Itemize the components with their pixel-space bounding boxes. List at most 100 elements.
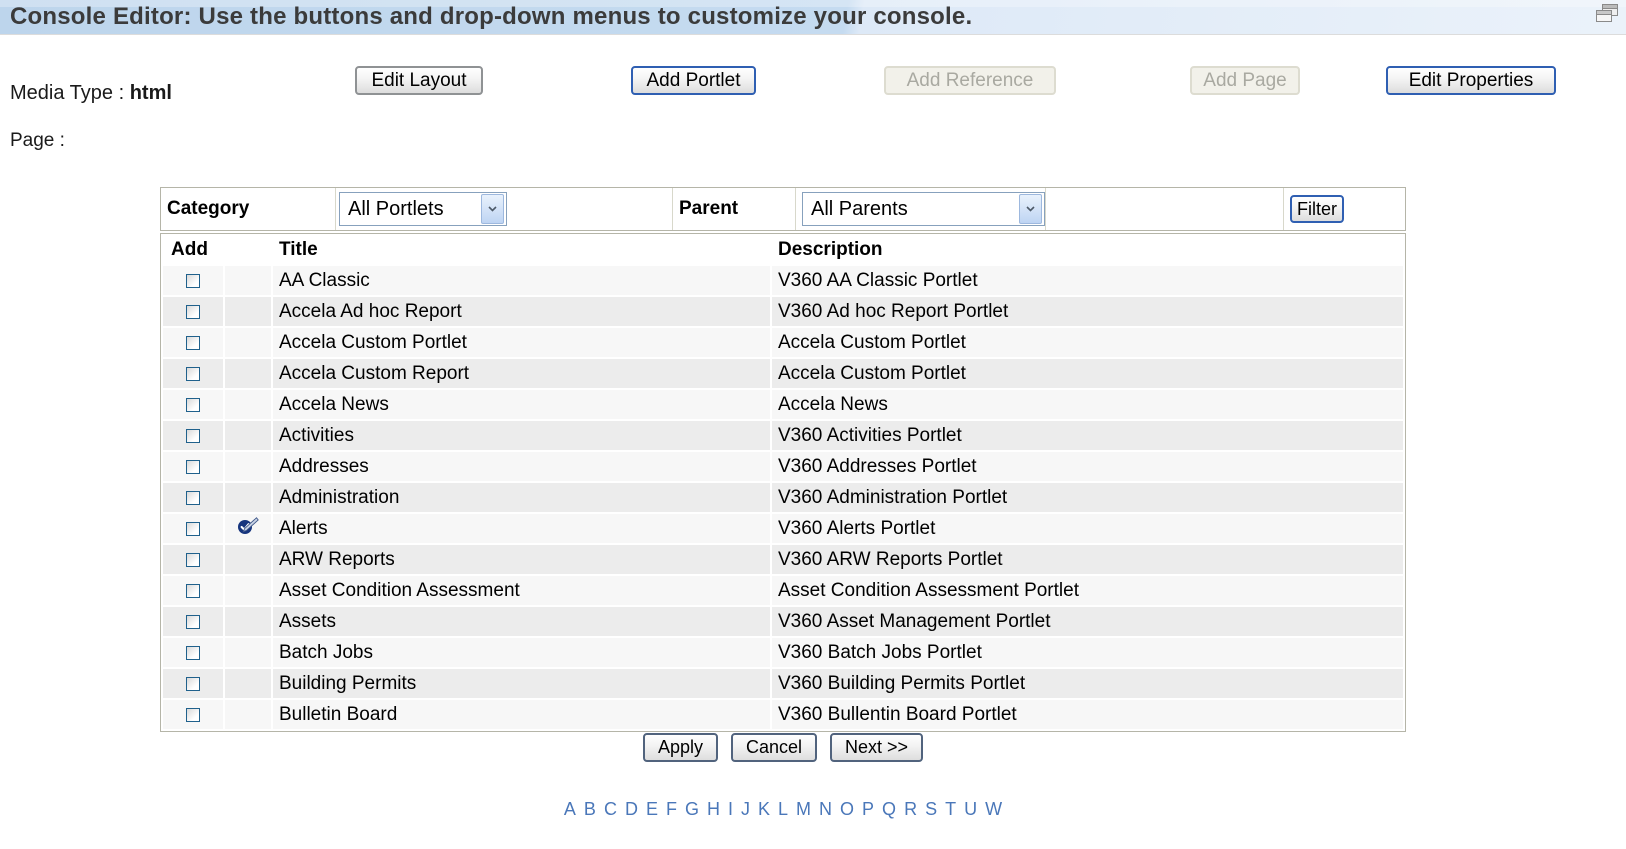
alpha-link-c[interactable]: C <box>604 799 617 819</box>
alpha-link-h[interactable]: H <box>707 799 720 819</box>
alpha-link-d[interactable]: D <box>625 799 638 819</box>
alpha-link-r[interactable]: R <box>904 799 917 819</box>
table-row: Assets V360 Asset Management Portlet <box>163 607 1403 636</box>
table-row: Bulletin Board V360 Bullentin Board Port… <box>163 700 1403 729</box>
add-page-button: Add Page <box>1190 66 1300 95</box>
portlet-title: ARW Reports <box>273 545 770 574</box>
add-cell <box>163 328 223 357</box>
add-checkbox[interactable] <box>186 305 200 319</box>
column-header-add: Add <box>163 236 271 264</box>
alpha-link-u[interactable]: U <box>964 799 977 819</box>
action-button-row: Apply Cancel Next >> <box>160 733 1406 763</box>
icon-cell <box>225 359 271 388</box>
parent-selected-value: All Parents <box>803 198 1017 221</box>
add-cell <box>163 297 223 326</box>
alpha-link-i[interactable]: I <box>728 799 733 819</box>
selected-check-icon <box>237 517 259 535</box>
alpha-link-t[interactable]: T <box>945 799 956 819</box>
add-checkbox[interactable] <box>186 274 200 288</box>
alpha-link-s[interactable]: S <box>925 799 937 819</box>
column-header-description: Description <box>772 236 1403 264</box>
portlet-description: Accela Custom Portlet <box>772 359 1403 388</box>
add-cell <box>163 700 223 729</box>
page-label: Page : <box>10 130 65 152</box>
add-checkbox[interactable] <box>186 491 200 505</box>
alpha-link-b[interactable]: B <box>584 799 596 819</box>
portlet-description: V360 Ad hoc Report Portlet <box>772 297 1403 326</box>
add-cell <box>163 390 223 419</box>
edit-properties-button[interactable]: Edit Properties <box>1386 66 1556 95</box>
icon-cell <box>225 669 271 698</box>
add-checkbox[interactable] <box>186 708 200 722</box>
add-checkbox[interactable] <box>186 677 200 691</box>
table-row: Alerts V360 Alerts Portlet <box>163 514 1403 543</box>
add-checkbox[interactable] <box>186 429 200 443</box>
icon-cell <box>225 421 271 450</box>
alpha-link-k[interactable]: K <box>758 799 770 819</box>
next-button[interactable]: Next >> <box>830 733 923 762</box>
icon-cell <box>225 638 271 667</box>
add-checkbox[interactable] <box>186 398 200 412</box>
alpha-link-n[interactable]: N <box>819 799 832 819</box>
add-checkbox[interactable] <box>186 646 200 660</box>
alpha-link-p[interactable]: P <box>862 799 874 819</box>
parent-label: Parent <box>673 188 796 230</box>
portlet-description: Accela News <box>772 390 1403 419</box>
portlet-title: Alerts <box>273 514 770 543</box>
table-row: Asset Condition Assessment Asset Conditi… <box>163 576 1403 605</box>
portlet-title: Accela Ad hoc Report <box>273 297 770 326</box>
filter-button[interactable]: Filter <box>1290 195 1344 223</box>
add-reference-button: Add Reference <box>884 66 1056 95</box>
alpha-link-e[interactable]: E <box>646 799 658 819</box>
add-cell <box>163 359 223 388</box>
apply-button[interactable]: Apply <box>643 733 718 762</box>
alpha-link-l[interactable]: L <box>778 799 788 819</box>
portlet-title: AA Classic <box>273 266 770 295</box>
media-type-value: html <box>130 82 172 104</box>
category-selected-value: All Portlets <box>340 198 479 221</box>
add-portlet-button[interactable]: Add Portlet <box>631 66 756 95</box>
chevron-down-icon[interactable] <box>481 194 504 224</box>
add-checkbox[interactable] <box>186 460 200 474</box>
filter-bar: Category All Portlets Parent All Parents… <box>160 187 1406 231</box>
add-checkbox[interactable] <box>186 584 200 598</box>
portlet-description: V360 Asset Management Portlet <box>772 607 1403 636</box>
portlet-description: V360 ARW Reports Portlet <box>772 545 1403 574</box>
table-row: Accela Custom Portlet Accela Custom Port… <box>163 328 1403 357</box>
portlet-title: Addresses <box>273 452 770 481</box>
alpha-link-m[interactable]: M <box>796 799 811 819</box>
icon-cell <box>225 452 271 481</box>
portlet-description: V360 Addresses Portlet <box>772 452 1403 481</box>
alpha-link-j[interactable]: J <box>741 799 750 819</box>
category-label: Category <box>161 188 336 230</box>
category-dropdown[interactable]: All Portlets <box>339 192 507 226</box>
restore-window-icon[interactable] <box>1595 3 1619 24</box>
portlet-title: Building Permits <box>273 669 770 698</box>
alpha-link-w[interactable]: W <box>985 799 1002 819</box>
portlet-description: Asset Condition Assessment Portlet <box>772 576 1403 605</box>
portlet-title: Accela Custom Portlet <box>273 328 770 357</box>
cancel-button[interactable]: Cancel <box>731 733 817 762</box>
portlet-description: V360 Bullentin Board Portlet <box>772 700 1403 729</box>
add-checkbox[interactable] <box>186 367 200 381</box>
parent-dropdown[interactable]: All Parents <box>802 192 1045 226</box>
parent-select-cell: All Parents <box>796 188 1046 230</box>
alpha-link-g[interactable]: G <box>685 799 699 819</box>
chevron-down-icon[interactable] <box>1019 194 1042 224</box>
add-cell <box>163 514 223 543</box>
filter-button-cell: Filter <box>1284 188 1405 230</box>
icon-cell <box>225 607 271 636</box>
alpha-link-f[interactable]: F <box>666 799 677 819</box>
portlet-description: V360 AA Classic Portlet <box>772 266 1403 295</box>
add-checkbox[interactable] <box>186 553 200 567</box>
alpha-link-o[interactable]: O <box>840 799 854 819</box>
alpha-link-a[interactable]: A <box>564 799 576 819</box>
add-cell <box>163 545 223 574</box>
add-cell <box>163 638 223 667</box>
add-checkbox[interactable] <box>186 615 200 629</box>
alpha-link-q[interactable]: Q <box>882 799 896 819</box>
edit-layout-button[interactable]: Edit Layout <box>355 66 483 95</box>
add-checkbox[interactable] <box>186 336 200 350</box>
portlet-description: V360 Activities Portlet <box>772 421 1403 450</box>
add-checkbox[interactable] <box>186 522 200 536</box>
